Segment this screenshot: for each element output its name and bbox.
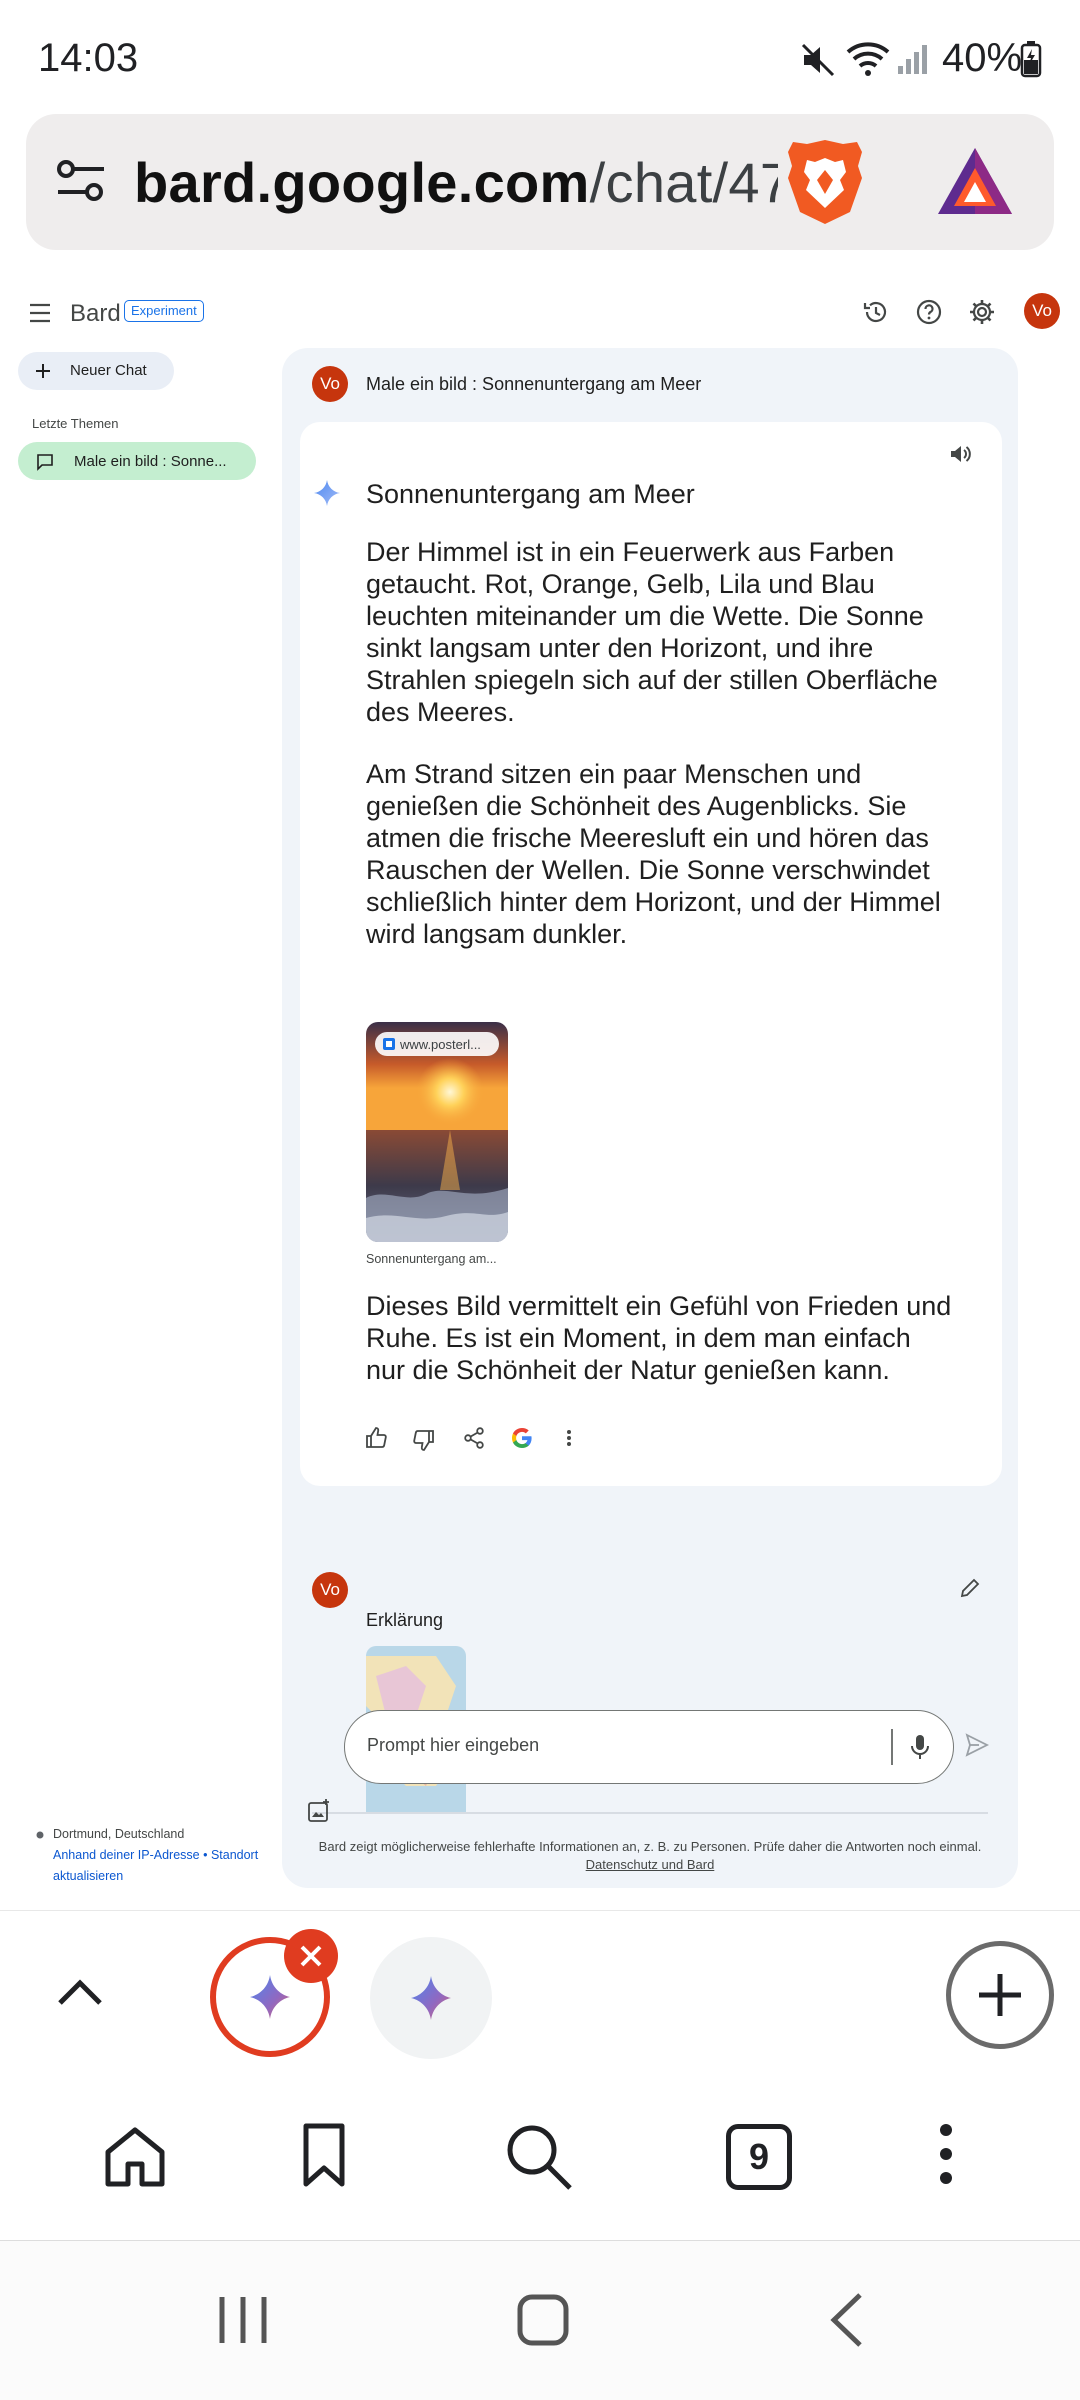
signal-icon [898, 45, 927, 74]
recent-item[interactable]: Male ein bild : Sonne... [18, 442, 256, 480]
share-icon[interactable] [462, 1426, 486, 1450]
image-source: www.posterl... [400, 1037, 481, 1052]
status-time: 14:03 [38, 36, 139, 80]
location-line2: aktualisieren [53, 1869, 124, 1883]
prompt-placeholder: Prompt hier eingeben [367, 1735, 540, 1755]
edit-pencil-icon[interactable] [958, 1576, 982, 1600]
recent-item-label: Male ein bild : Sonne... [74, 453, 227, 470]
mute-icon [801, 43, 835, 77]
recent-apps-icon[interactable] [216, 2293, 270, 2347]
privacy-link[interactable]: Datenschutz und Bard [296, 1856, 1004, 1874]
location-update-link[interactable]: Anhand deiner IP-Adresse • Standort aktu… [38, 1845, 258, 1887]
brave-rewards-icon[interactable] [934, 144, 1016, 218]
disclaimer-text: Bard zeigt möglicherweise fehlerhafte In… [318, 1839, 982, 1854]
upload-image-icon[interactable] [306, 1798, 332, 1824]
user-avatar: Vo [312, 366, 348, 402]
prompt-input[interactable]: Prompt hier eingeben [344, 1710, 954, 1784]
thumbs-down-icon[interactable] [412, 1428, 436, 1452]
plus-icon [36, 364, 50, 378]
home-button-icon[interactable] [516, 2293, 570, 2347]
plus-icon [979, 1974, 1021, 2016]
url-host: bard.google.com [134, 151, 590, 214]
new-chat-button[interactable]: Neuer Chat [18, 352, 174, 390]
microphone-icon[interactable] [909, 1733, 931, 1761]
sunset-image[interactable]: www.posterl... [366, 1022, 508, 1242]
chat-panel: Vo Male ein bild : Sonnenuntergang am Me… [282, 348, 1018, 1888]
app-name: Bard [70, 300, 121, 327]
home-icon[interactable] [102, 2124, 168, 2190]
bard-tab-icon [411, 1976, 451, 2020]
bookmark-icon[interactable] [300, 2122, 348, 2190]
address-bar[interactable]: bard.google.com/chat/47 [26, 114, 1054, 250]
battery-icon [1020, 41, 1042, 78]
site-settings-icon[interactable] [54, 154, 108, 208]
help-icon[interactable] [915, 298, 943, 326]
response-card: Sonnenuntergang am Meer Der Himmel ist i… [300, 422, 1002, 1486]
wifi-icon [846, 42, 890, 76]
url-text[interactable]: bard.google.com/chat/47 [134, 150, 778, 215]
menu-icon[interactable] [28, 302, 52, 324]
image-caption: Sonnenuntergang am... [366, 1252, 497, 1266]
experiment-badge: Experiment [124, 300, 204, 322]
battery-percent: 40% [942, 36, 1023, 80]
input-divider [891, 1729, 893, 1765]
speaker-icon[interactable] [948, 442, 972, 466]
location-dot-icon [36, 1831, 44, 1839]
bard-page: Bard Experiment Vo Neuer Chat Letzte The… [0, 276, 1080, 1908]
location-place: Dortmund, Deutschland [53, 1827, 185, 1841]
settings-gear-icon[interactable] [968, 298, 996, 326]
chevron-up-icon[interactable] [56, 1977, 104, 2007]
scroll-divider [312, 1812, 988, 1814]
user-prompt: Male ein bild : Sonnenuntergang am Meer [366, 374, 702, 394]
brave-shields-icon[interactable] [784, 136, 866, 228]
back-icon[interactable] [826, 2291, 866, 2349]
response-title: Sonnenuntergang am Meer [366, 479, 695, 509]
recent-topics-heading: Letzte Themen [32, 416, 119, 431]
user-avatar: Vo [312, 1572, 348, 1608]
thumbs-up-icon[interactable] [364, 1426, 388, 1450]
account-avatar[interactable]: Vo [1024, 293, 1060, 329]
search-icon[interactable] [504, 2122, 576, 2194]
google-search-icon[interactable] [510, 1426, 534, 1450]
system-navigation [0, 2240, 1080, 2400]
bard-tab-icon [250, 1975, 290, 2019]
image-source-chip[interactable]: www.posterl... [375, 1032, 499, 1056]
browser-toolbar [0, 2080, 1080, 2240]
close-icon [300, 1945, 322, 1967]
bard-sparkle-icon [314, 480, 340, 506]
response-paragraph: Der Himmel ist in ein Feuerwerk aus Farb… [366, 537, 938, 727]
new-chat-label: Neuer Chat [70, 362, 147, 379]
response-paragraph: Dieses Bild vermittelt ein Gefühl von Fr… [366, 1291, 952, 1385]
response-paragraph: Am Strand sitzen ein paar Menschen und g… [366, 759, 941, 949]
more-vert-icon[interactable] [562, 1426, 576, 1450]
url-path: /chat/47 [589, 151, 778, 214]
second-prompt: Erklärung [366, 1610, 444, 1630]
history-icon[interactable] [862, 298, 890, 326]
send-icon[interactable] [964, 1732, 990, 1758]
status-bar: 14:03 40% [0, 0, 1080, 110]
favicon-icon [383, 1038, 395, 1050]
location-info: Dortmund, Deutschland Anhand deiner IP-A… [36, 1824, 258, 1887]
new-tab-button[interactable] [946, 1941, 1054, 2049]
more-menu-icon[interactable] [934, 2122, 958, 2186]
disclaimer: Bard zeigt möglicherweise fehlerhafte In… [296, 1838, 1004, 1874]
close-tab-button[interactable] [284, 1929, 338, 1983]
tab-count-button[interactable]: 9 [726, 2124, 792, 2190]
chat-bubble-icon [37, 454, 53, 471]
tab-inactive[interactable] [370, 1937, 492, 2059]
location-line1: Anhand deiner IP-Adresse • Standort [53, 1848, 259, 1862]
tab-strip [0, 1910, 1080, 2080]
